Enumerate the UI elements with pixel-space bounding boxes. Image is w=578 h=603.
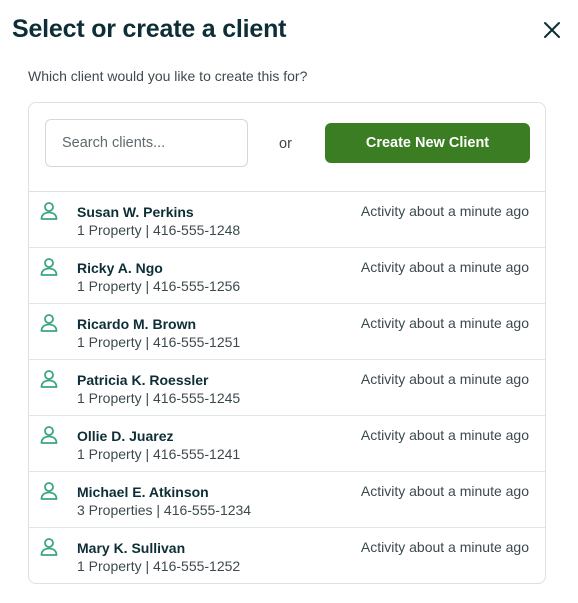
client-properties: 1 Property: [77, 390, 142, 406]
client-phone: 416-555-1241: [153, 446, 241, 462]
client-row[interactable]: Ollie D. Juarez 1 Property | 416-555-124…: [29, 416, 545, 472]
client-properties: 1 Property: [77, 278, 142, 294]
client-row[interactable]: Ricardo M. Brown 1 Property | 416-555-12…: [29, 304, 545, 360]
client-name: Ricardo M. Brown: [77, 316, 197, 332]
client-meta: 1 Property | 416-555-1251: [77, 334, 241, 350]
client-properties: 1 Property: [77, 446, 142, 462]
client-phone: 416-555-1251: [153, 334, 241, 350]
person-icon: [40, 202, 58, 220]
client-name: Ollie D. Juarez: [77, 428, 174, 444]
client-name: Patricia K. Roessler: [77, 372, 209, 388]
client-toolbar: or Create New Client: [29, 103, 545, 192]
client-activity: Activity about a minute ago: [360, 315, 529, 331]
person-icon: [40, 370, 58, 388]
person-icon: [40, 314, 58, 332]
client-name: Michael E. Atkinson: [77, 484, 209, 500]
client-meta: 1 Property | 416-555-1252: [77, 558, 241, 574]
client-name: Susan W. Perkins: [77, 204, 194, 220]
person-icon: [40, 426, 58, 444]
client-name: Ricky A. Ngo: [77, 260, 163, 276]
client-meta: 3 Properties | 416-555-1234: [77, 502, 252, 518]
client-row[interactable]: Susan W. Perkins 1 Property | 416-555-12…: [29, 192, 545, 248]
client-meta: 1 Property | 416-555-1256: [77, 278, 241, 294]
client-properties: 1 Property: [77, 558, 142, 574]
client-phone: 416-555-1245: [153, 390, 241, 406]
client-row[interactable]: Mary K. Sullivan 1 Property | 416-555-12…: [29, 528, 545, 583]
person-icon: [40, 258, 58, 276]
client-properties: 1 Property: [77, 334, 142, 350]
client-row[interactable]: Patricia K. Roessler 1 Property | 416-55…: [29, 360, 545, 416]
client-activity: Activity about a minute ago: [360, 483, 529, 499]
client-phone: 416-555-1256: [153, 278, 241, 294]
client-panel: or Create New Client Susan W. Perkins 1 …: [28, 102, 546, 584]
client-properties: 1 Property: [77, 222, 142, 238]
client-row[interactable]: Ricky A. Ngo 1 Property | 416-555-1256 A…: [29, 248, 545, 304]
client-meta: 1 Property | 416-555-1245: [77, 390, 241, 406]
client-activity: Activity about a minute ago: [360, 427, 529, 443]
client-phone: 416-555-1252: [153, 558, 241, 574]
dialog-header: Select or create a client: [12, 12, 566, 48]
client-activity: Activity about a minute ago: [360, 371, 529, 387]
client-name: Mary K. Sullivan: [77, 540, 186, 556]
client-phone: 416-555-1248: [153, 222, 241, 238]
search-clients-input[interactable]: [45, 119, 248, 167]
client-properties: 3 Properties: [77, 502, 153, 518]
close-button[interactable]: [538, 16, 566, 44]
select-client-dialog: Select or create a client Which client w…: [0, 0, 578, 603]
client-row[interactable]: Michael E. Atkinson 3 Properties | 416-5…: [29, 472, 545, 528]
person-icon: [40, 482, 58, 500]
client-activity: Activity about a minute ago: [360, 259, 529, 275]
client-meta: 1 Property | 416-555-1241: [77, 446, 241, 462]
client-list: Susan W. Perkins 1 Property | 416-555-12…: [29, 192, 545, 583]
create-new-client-button[interactable]: Create New Client: [325, 123, 530, 163]
client-phone: 416-555-1234: [163, 502, 252, 518]
close-icon: [544, 22, 560, 38]
client-meta: 1 Property | 416-555-1248: [77, 222, 241, 238]
dialog-title: Select or create a client: [12, 15, 287, 43]
client-activity: Activity about a minute ago: [360, 539, 529, 555]
person-icon: [40, 538, 58, 556]
dialog-subtitle: Which client would you like to create th…: [28, 68, 308, 84]
client-activity: Activity about a minute ago: [360, 203, 529, 219]
or-label: or: [279, 136, 292, 152]
